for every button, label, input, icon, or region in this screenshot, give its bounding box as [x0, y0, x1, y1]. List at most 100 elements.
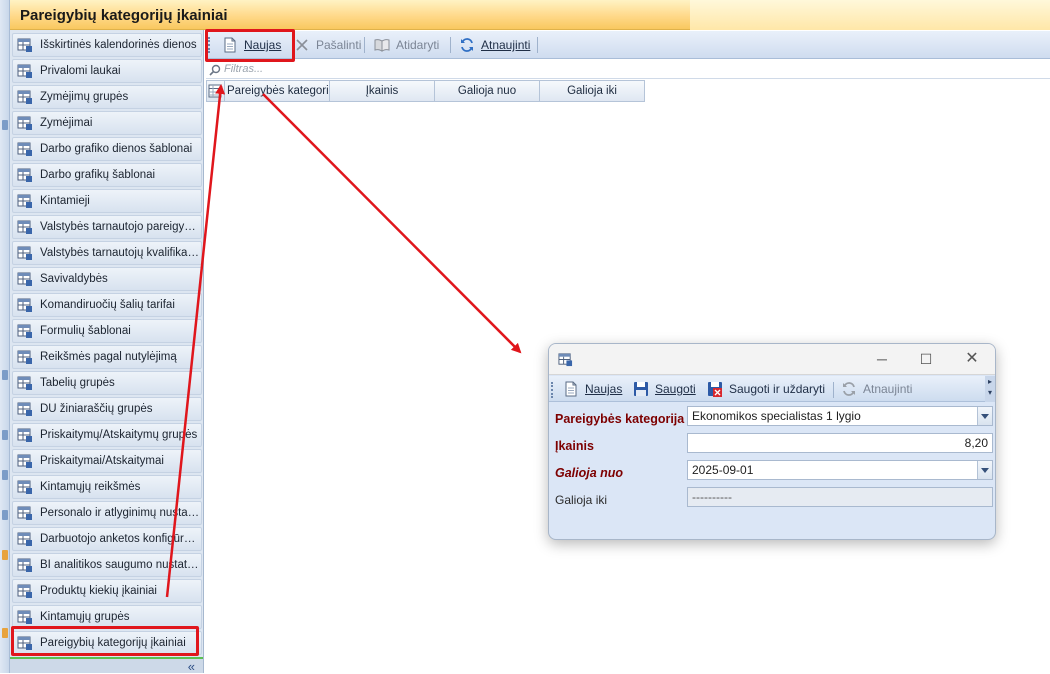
sidebar-item-isskirtines-dienos[interactable]: Išskirtinės kalendorinės dienos: [12, 33, 202, 57]
sidebar-item-komandiruociu-saliu-tarifai[interactable]: Komandiruočių šalių tarifai: [12, 293, 202, 317]
sidebar-item-label: Darbo grafiko dienos šablonai: [40, 143, 193, 155]
left-edge-strip: [0, 0, 10, 673]
sidebar-item-label: Žymėjimų grupės: [40, 91, 129, 103]
sidebar-item-label: Reikšmės pagal nutylėjimą: [40, 351, 177, 363]
delete-button[interactable]: Pašalinti: [290, 34, 365, 56]
sidebar-item-priskaitymu-atskaitymu-grupes[interactable]: Priskaitymų/Atskaitymų grupės: [12, 423, 202, 447]
sidebar-item-label: Formulių šablonai: [40, 325, 131, 337]
sidebar-item-formuliu-sablonai[interactable]: Formulių šablonai: [12, 319, 202, 343]
delete-button-label: Pašalinti: [316, 38, 362, 52]
grid-corner[interactable]: [206, 80, 224, 102]
titlebar-segment: [690, 0, 1050, 30]
refresh-button-label: Atnaujinti: [481, 38, 531, 52]
toolbar-separator: [364, 37, 365, 53]
sidebar-collapse-bar[interactable]: «: [10, 657, 203, 674]
open-book-icon: [374, 39, 390, 52]
chevron-down-icon[interactable]: [977, 461, 992, 479]
refresh-icon: [461, 38, 473, 52]
main-toolbar: Naujas Pašalinti Atidaryti Atnaujinti: [206, 31, 1050, 59]
sidebar-item-label: Žymėjimai: [40, 117, 93, 129]
sidebar-item-tabeliu-grupes[interactable]: Tabelių grupės: [12, 371, 202, 395]
column-header-rate[interactable]: Įkainis: [330, 80, 435, 102]
table-icon: [17, 479, 33, 495]
valid-from-label: Galioja nuo: [555, 466, 624, 480]
table-icon: [17, 635, 33, 651]
category-combo[interactable]: Ekonomikos specialistas 1 lygio: [687, 406, 993, 426]
column-header-valid-to[interactable]: Galioja iki: [540, 80, 645, 102]
sidebar-item-privalomi-laukai[interactable]: Privalomi laukai: [12, 59, 202, 83]
table-icon: [17, 219, 33, 235]
edge-tick: [2, 550, 8, 560]
dialog-titlebar: ─ ☐ ✕: [549, 344, 995, 375]
rate-input[interactable]: 8,20: [687, 433, 993, 453]
sidebar-item-zymejimai[interactable]: Žymėjimai: [12, 111, 202, 135]
table-icon: [17, 505, 33, 521]
sidebar-item-kintamuju-grupes[interactable]: Kintamųjų grupės: [12, 605, 202, 629]
sidebar-item-reiksmes-pagal-nutylejima[interactable]: Reikšmės pagal nutylėjimą: [12, 345, 202, 369]
column-header-valid-from[interactable]: Galioja nuo: [435, 80, 540, 102]
edge-tick: [2, 628, 8, 638]
edge-tick: [2, 120, 8, 130]
sidebar-item-priskaitymai-atskaitymai[interactable]: Priskaitymai/Atskaitymai: [12, 449, 202, 473]
filter-row[interactable]: Filtras...: [206, 61, 1050, 79]
minimize-icon[interactable]: ─: [871, 349, 893, 369]
filter-placeholder: Filtras...: [224, 63, 264, 75]
chevron-down-icon[interactable]: [977, 407, 992, 425]
open-button[interactable]: Atidaryti: [370, 34, 443, 56]
column-header-category[interactable]: Pareigybės kategori: [224, 80, 330, 102]
window-title: Pareigybių kategorijų įkainiai: [20, 7, 228, 24]
table-icon: [17, 63, 33, 79]
table-icon: [17, 531, 33, 547]
collapse-chevron-icon[interactable]: «: [188, 659, 195, 674]
save-close-button[interactable]: Saugoti ir uždaryti: [703, 378, 829, 400]
sidebar-item-produktu-kiekiu-ikainiai[interactable]: Produktų kiekių įkainiai: [12, 579, 202, 603]
sidebar-item-darbuotojo-anketos-konfiguracija[interactable]: Darbuotojo anketos konfigūra…: [12, 527, 202, 551]
valid-to-date[interactable]: ----‑--‑--: [687, 487, 993, 507]
sidebar-item-valstybes-tarnautoju-kvalifikacija[interactable]: Valstybės tarnautojų kvalifikaci…: [12, 241, 202, 265]
new-document-icon: [224, 37, 236, 53]
refresh-button[interactable]: Atnaujinti: [455, 34, 534, 56]
sidebar-item-bi-analitikos-nustatymai[interactable]: BI analitikos saugumo nustaty…: [12, 553, 202, 577]
sidebar-item-valstybes-tarnautojo-pareigybe[interactable]: Valstybės tarnautojo pareigybė…: [12, 215, 202, 239]
save-disk-icon: [634, 382, 648, 396]
close-icon[interactable]: ✕: [961, 349, 983, 369]
table-icon: [17, 37, 33, 53]
edge-tick: [2, 510, 8, 520]
new-button[interactable]: Naujas: [218, 34, 285, 56]
sidebar-item-kintamuju-reiksmes[interactable]: Kintamųjų reikšmės: [12, 475, 202, 499]
maximize-icon[interactable]: ☐: [915, 349, 937, 369]
sidebar-item-du-ziniarasciu-grupes[interactable]: DU žiniaraščių grupės: [12, 397, 202, 421]
sidebar-item-label: Tabelių grupės: [40, 377, 115, 389]
table-icon: [17, 557, 33, 573]
sidebar-item-zymejimu-grupes[interactable]: Žymėjimų grupės: [12, 85, 202, 109]
toolbar-grip-icon[interactable]: [551, 382, 554, 398]
delete-x-icon: [296, 39, 308, 51]
table-icon: [17, 583, 33, 599]
table-icon: [17, 245, 33, 261]
sidebar-item-pareigybiu-kategoriju-ikainiai[interactable]: Pareigybių kategorijų įkainiai: [12, 631, 202, 655]
edge-tick: [2, 370, 8, 380]
table-icon: [17, 297, 33, 313]
save-label: Saugoti: [655, 382, 696, 396]
toolbar-grip-icon[interactable]: [208, 37, 211, 53]
search-icon: [209, 64, 221, 76]
sidebar-item-label: Privalomi laukai: [40, 65, 121, 77]
save-button[interactable]: Saugoti: [629, 378, 700, 400]
dialog-new-button[interactable]: Naujas: [559, 378, 626, 400]
dialog-refresh-button[interactable]: Atnaujinti: [837, 378, 916, 400]
new-button-label: Naujas: [244, 38, 282, 52]
sidebar-item-label: Komandiruočių šalių tarifai: [40, 299, 175, 311]
sidebar-item-darbo-grafiko-dienos-sablonai[interactable]: Darbo grafiko dienos šablonai: [12, 137, 202, 161]
sidebar-item-darbo-grafiku-sablonai[interactable]: Darbo grafikų šablonai: [12, 163, 202, 187]
sidebar-item-label: Pareigybių kategorijų įkainiai: [40, 637, 186, 649]
sidebar-item-label: Darbuotojo anketos konfigūra…: [40, 533, 200, 545]
valid-from-date[interactable]: 2025-09-01: [687, 460, 993, 480]
sidebar-item-personalo-nustatymai[interactable]: Personalo ir atlyginimų nustaty…: [12, 501, 202, 525]
sidebar-item-savivaldybes[interactable]: Savivaldybės: [12, 267, 202, 291]
toolbar-overflow-icon[interactable]: ▸ ▾: [985, 376, 995, 402]
dialog-new-label: Naujas: [585, 382, 623, 396]
sidebar-item-label: BI analitikos saugumo nustaty…: [40, 559, 200, 571]
sidebar-item-kintamieji[interactable]: Kintamieji: [12, 189, 202, 213]
sidebar-item-label: Išskirtinės kalendorinės dienos: [40, 39, 197, 51]
table-icon: [17, 141, 33, 157]
